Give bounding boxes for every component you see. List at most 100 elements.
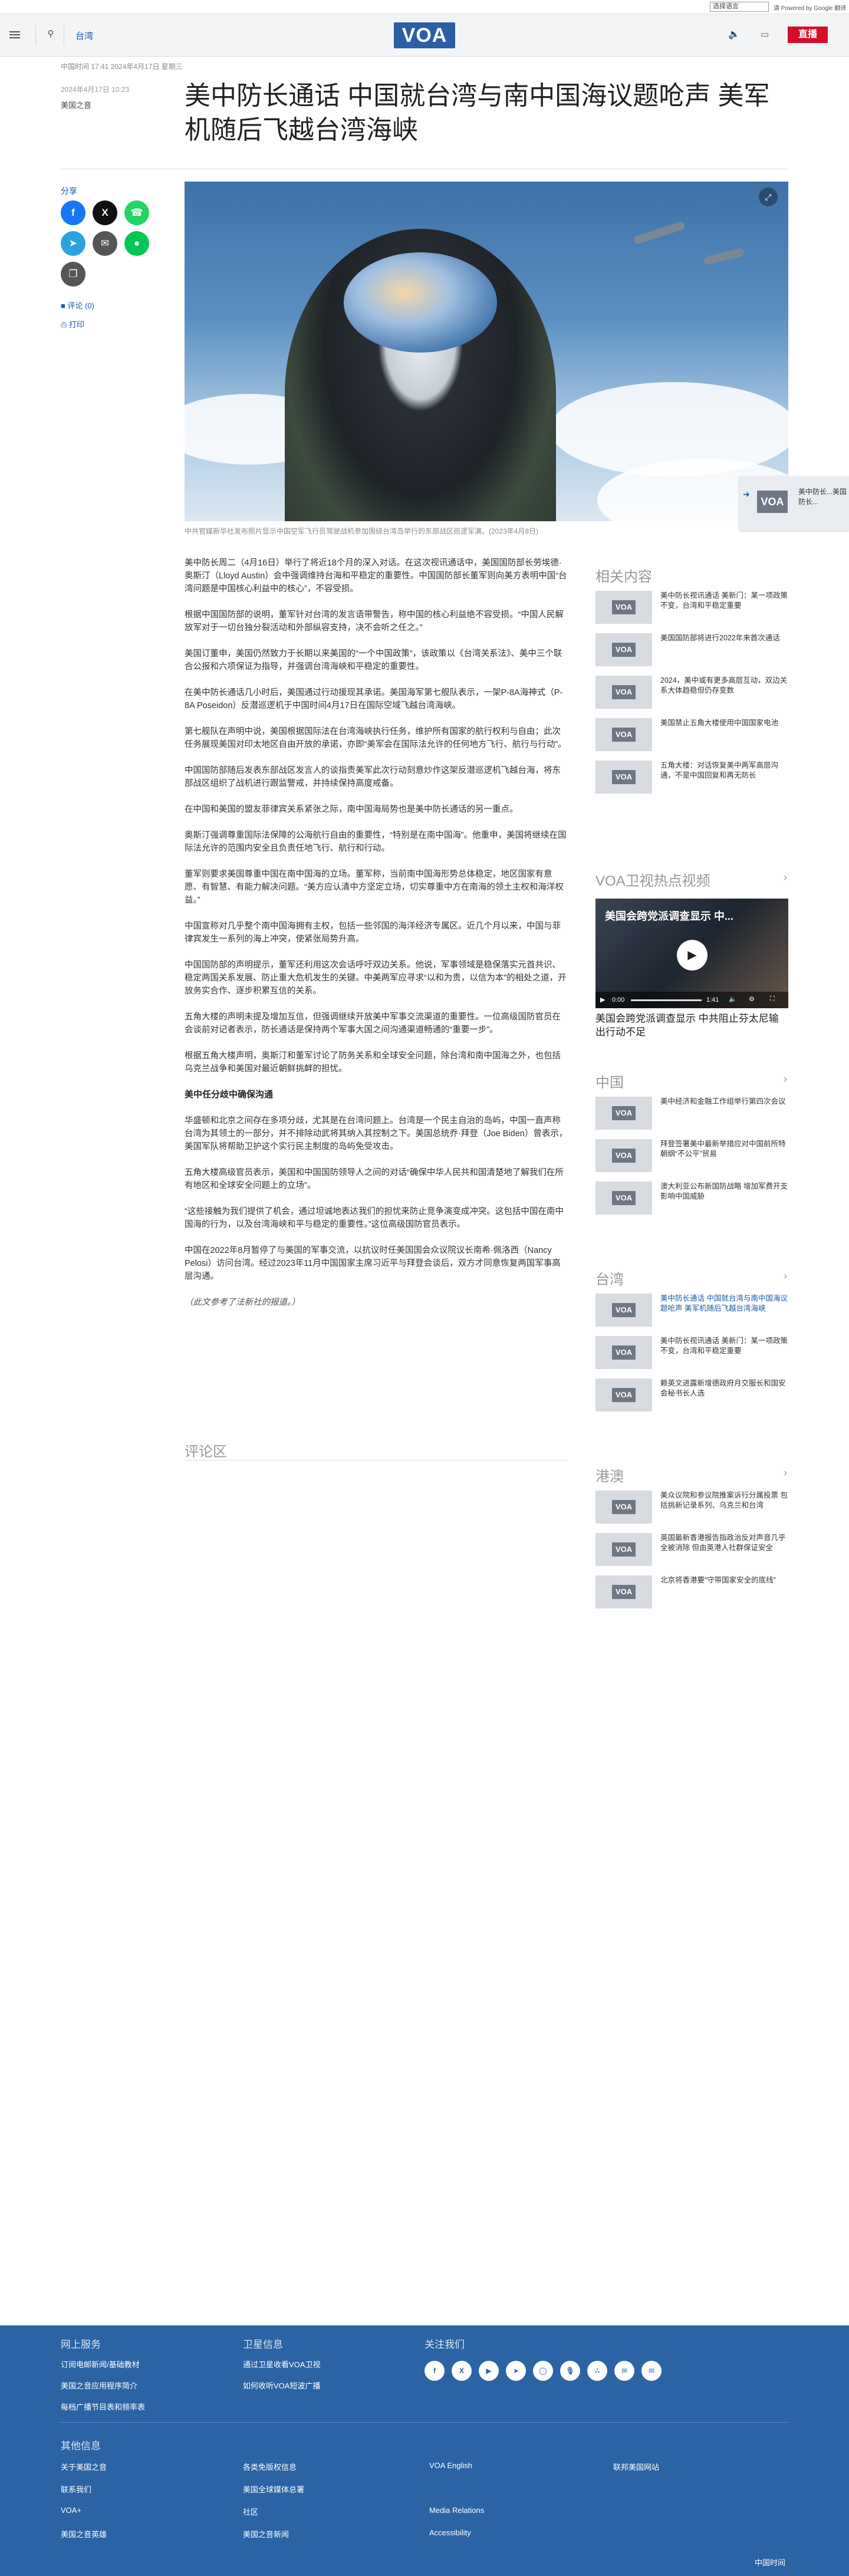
item-title: 美中经济和金融工作组举行第四次会议	[660, 1097, 786, 1106]
footer-link[interactable]: 美国之音英雄	[61, 2528, 107, 2539]
email-icon[interactable]: ✉	[641, 2361, 662, 2381]
list-item[interactable]: VOA 美中防长通话 中国就台湾与南中国海议题呛声 美军机随后飞越台湾海峡	[595, 1294, 788, 1327]
item-title: 赖英文进露新增德政府月交服长和国安会秘书长人选	[660, 1379, 786, 1397]
footer-heading: 其他信息	[61, 2440, 101, 2452]
video-heading[interactable]: VOA卫视热点视频 ›	[595, 869, 788, 889]
expand-icon[interactable]: ⤢	[759, 187, 778, 206]
footer-link[interactable]: 通过卫星收看VOA卫视	[243, 2358, 320, 2370]
video-controls: ▶ 0:00 1:41 🔈 ⚙ ⛶	[595, 992, 788, 1008]
paragraph: 董军则要求美国尊重中国在南中国海的立场。董军称，当前南中国海形势总体稳定，地区国…	[185, 870, 564, 905]
language-bar: 选择语言 请 Powered by Google 翻译	[0, 0, 849, 14]
item-title: 美中防长视讯通话 美新门：某一项政策不变，台湾和平稳定重要	[660, 1337, 788, 1355]
tv-icon[interactable]: ▭	[757, 27, 772, 42]
facebook-share-icon[interactable]: f	[61, 200, 85, 225]
footer: 网上服务 订阅电邮新闻/基础教材 美国之音应用程序简介 每档广播节目表和频率表 …	[0, 2325, 849, 2576]
youtube-icon[interactable]: ▶	[479, 2361, 499, 2381]
play-icon[interactable]: ▶	[677, 940, 708, 970]
rss-icon[interactable]: ∴	[587, 2361, 607, 2381]
floating-related[interactable]: ➜ VOA 美中防长...美国防长...	[739, 476, 849, 531]
footer-link[interactable]: Media Relations	[429, 2506, 484, 2515]
hk-heading[interactable]: 港澳 ›	[595, 1465, 788, 1485]
voa-logo[interactable]: VOA	[394, 22, 455, 48]
related-item-title: 2024，美中或有更多高层互动，双边关系大体趋稳但仍存变数	[660, 676, 788, 695]
footer-link[interactable]: 如何收听VOA短波广播	[243, 2380, 320, 2391]
list-item[interactable]: VOA 赖英文进露新增德政府月交服长和国安会秘书长人选	[595, 1379, 788, 1412]
instagram-icon[interactable]: ◯	[533, 2361, 553, 2381]
china-heading[interactable]: 中国 ›	[595, 1071, 788, 1091]
list-item[interactable]: VOA 英国最新香港报告指政治反对声音几乎全被消除 但由英港人社群保证安全	[595, 1533, 788, 1566]
footer-link[interactable]: Accessibility	[429, 2528, 471, 2537]
menu-icon[interactable]	[9, 29, 20, 40]
list-item[interactable]: VOA 北京将香港要“守带国家安全的底线”	[595, 1575, 788, 1608]
thumbnail: VOA	[595, 1294, 652, 1327]
footer-link[interactable]: 关于美国之音	[61, 2461, 107, 2472]
related-item[interactable]: VOA 美国禁止五角大楼使用中国国家电池	[595, 718, 788, 751]
related-content: 相关内容 VOA 美中防长视讯通话 美新门：某一项政策不变，台湾和平稳定重要 VO…	[595, 565, 788, 803]
thumbnail: VOA	[595, 1379, 652, 1412]
list-item[interactable]: VOA 美中经济和金融工作组举行第四次会议	[595, 1097, 788, 1130]
list-item[interactable]: VOA 拜登签署美中最新举措应对中国前所特朝纲“不公平”贸易	[595, 1139, 788, 1172]
footer-link[interactable]: 美国全球媒体总署	[243, 2483, 304, 2495]
live-button[interactable]: 直播	[788, 27, 828, 43]
print-link[interactable]: ⎙ 打印	[61, 318, 84, 330]
footer-link[interactable]: 美国之音新闻	[243, 2528, 289, 2539]
x-share-icon[interactable]: X	[93, 200, 117, 225]
hero-image[interactable]: ⤢	[185, 182, 788, 521]
footer-link[interactable]: 联系我们	[61, 2483, 91, 2495]
language-select[interactable]: 选择语言	[710, 2, 769, 12]
item-title: 北京将香港要“守带国家安全的底线”	[660, 1576, 776, 1584]
list-item[interactable]: VOA 美众议院和参议院推案诉行分属投票 包括挑新记录系列、乌克兰和台湾	[595, 1491, 788, 1524]
play-small-icon[interactable]: ▶	[600, 996, 605, 1004]
arrow-icon: ➜	[743, 489, 750, 499]
footer-link[interactable]: 美国之音应用程序简介	[61, 2380, 137, 2391]
list-item[interactable]: VOA 美中防长视讯通话 美新门：某一项政策不变，台湾和平稳定重要	[595, 1336, 788, 1369]
volume-icon[interactable]: 🔈	[729, 995, 737, 1003]
search-icon[interactable]: ⚲	[44, 27, 58, 41]
related-item[interactable]: VOA 美国国防部将进行2022年来首次通话	[595, 633, 788, 666]
video-section: VOA卫视热点视频 ›	[595, 869, 788, 895]
footer-link[interactable]: VOA+	[61, 2506, 81, 2515]
footer-link[interactable]: 每档广播节目表和频率表	[61, 2401, 145, 2412]
current-time: 0:00	[612, 996, 625, 1004]
whatsapp-share-icon[interactable]: ☎	[124, 200, 149, 225]
section-link[interactable]: 台湾	[75, 29, 93, 42]
list-item[interactable]: VOA 澳大利亚公布新国防战略 增加军费开支影响中国威胁	[595, 1182, 788, 1215]
paragraph: 第七舰队在声明中说，美国根据国际法在台湾海峡执行任务，维护所有国家的航行权利与自…	[185, 727, 567, 749]
x-icon[interactable]: X	[452, 2361, 472, 2381]
thumbnail: VOA	[595, 633, 652, 666]
facebook-icon[interactable]: f	[424, 2361, 445, 2381]
related-item[interactable]: VOA 美中防长视讯通话 美新门：某一项政策不变，台湾和平稳定重要	[595, 591, 788, 624]
thumbnail: VOA	[595, 676, 652, 709]
footer-time: 中国时间	[755, 2558, 786, 2567]
comments-link[interactable]: ■ 评论 (0)	[61, 300, 94, 311]
podcast-icon[interactable]: 🎙	[560, 2361, 580, 2381]
paragraph: 美国订董申，美国仍然致力于长期以来美国的“一个中国政策”，该政策以《台湾关系法》…	[185, 649, 562, 672]
settings-icon[interactable]: ⚙	[749, 995, 755, 1003]
translate-note: 请 Powered by Google 翻译	[774, 5, 847, 12]
credit-note: （此文参考了法新社的报道。）	[185, 1298, 300, 1307]
video-caption[interactable]: 美国会跨党派调查显示 中共阻止芬太尼输出行动不足	[595, 1012, 788, 1039]
footer-link[interactable]: 各类免版权信息	[243, 2461, 297, 2472]
copy-link-icon[interactable]: ❐	[61, 262, 85, 287]
speaker-icon[interactable]: 🔈	[726, 27, 742, 42]
footer-link[interactable]: VOA English	[429, 2461, 472, 2470]
email-share-icon[interactable]: ✉	[93, 231, 117, 256]
newsletter-icon[interactable]: ✉	[614, 2361, 634, 2381]
jet	[633, 221, 686, 245]
floating-text: 美中防长...美国防长...	[798, 488, 847, 506]
footer-heading: 卫星信息	[243, 2339, 283, 2350]
related-item-title: 美国禁止五角大楼使用中国国家电池	[660, 719, 779, 727]
progress-bar[interactable]	[631, 999, 702, 1001]
footer-link[interactable]: 社区	[243, 2506, 258, 2517]
video-player[interactable]: 美国会跨党派调查显示 中... ▶ ▶ 0:00 1:41 🔈 ⚙ ⛶	[595, 899, 788, 1008]
telegram-icon[interactable]: ➤	[506, 2361, 526, 2381]
comments-count: 评论 (0)	[67, 301, 94, 310]
related-item[interactable]: VOA 2024，美中或有更多高层互动，双边关系大体趋稳但仍存变数	[595, 676, 788, 709]
footer-link[interactable]: 订阅电邮新闻/基础教材	[61, 2358, 140, 2370]
telegram-share-icon[interactable]: ➤	[61, 231, 85, 256]
taiwan-heading[interactable]: 台湾 ›	[595, 1268, 788, 1288]
related-item[interactable]: VOA 五角大楼：对话恢复美中两军高层沟通，不是中国回复和再无防长	[595, 761, 788, 794]
fullscreen-icon[interactable]: ⛶	[770, 995, 775, 1003]
footer-link[interactable]: 联邦美国网站	[613, 2461, 659, 2472]
line-share-icon[interactable]: ●	[124, 231, 149, 256]
